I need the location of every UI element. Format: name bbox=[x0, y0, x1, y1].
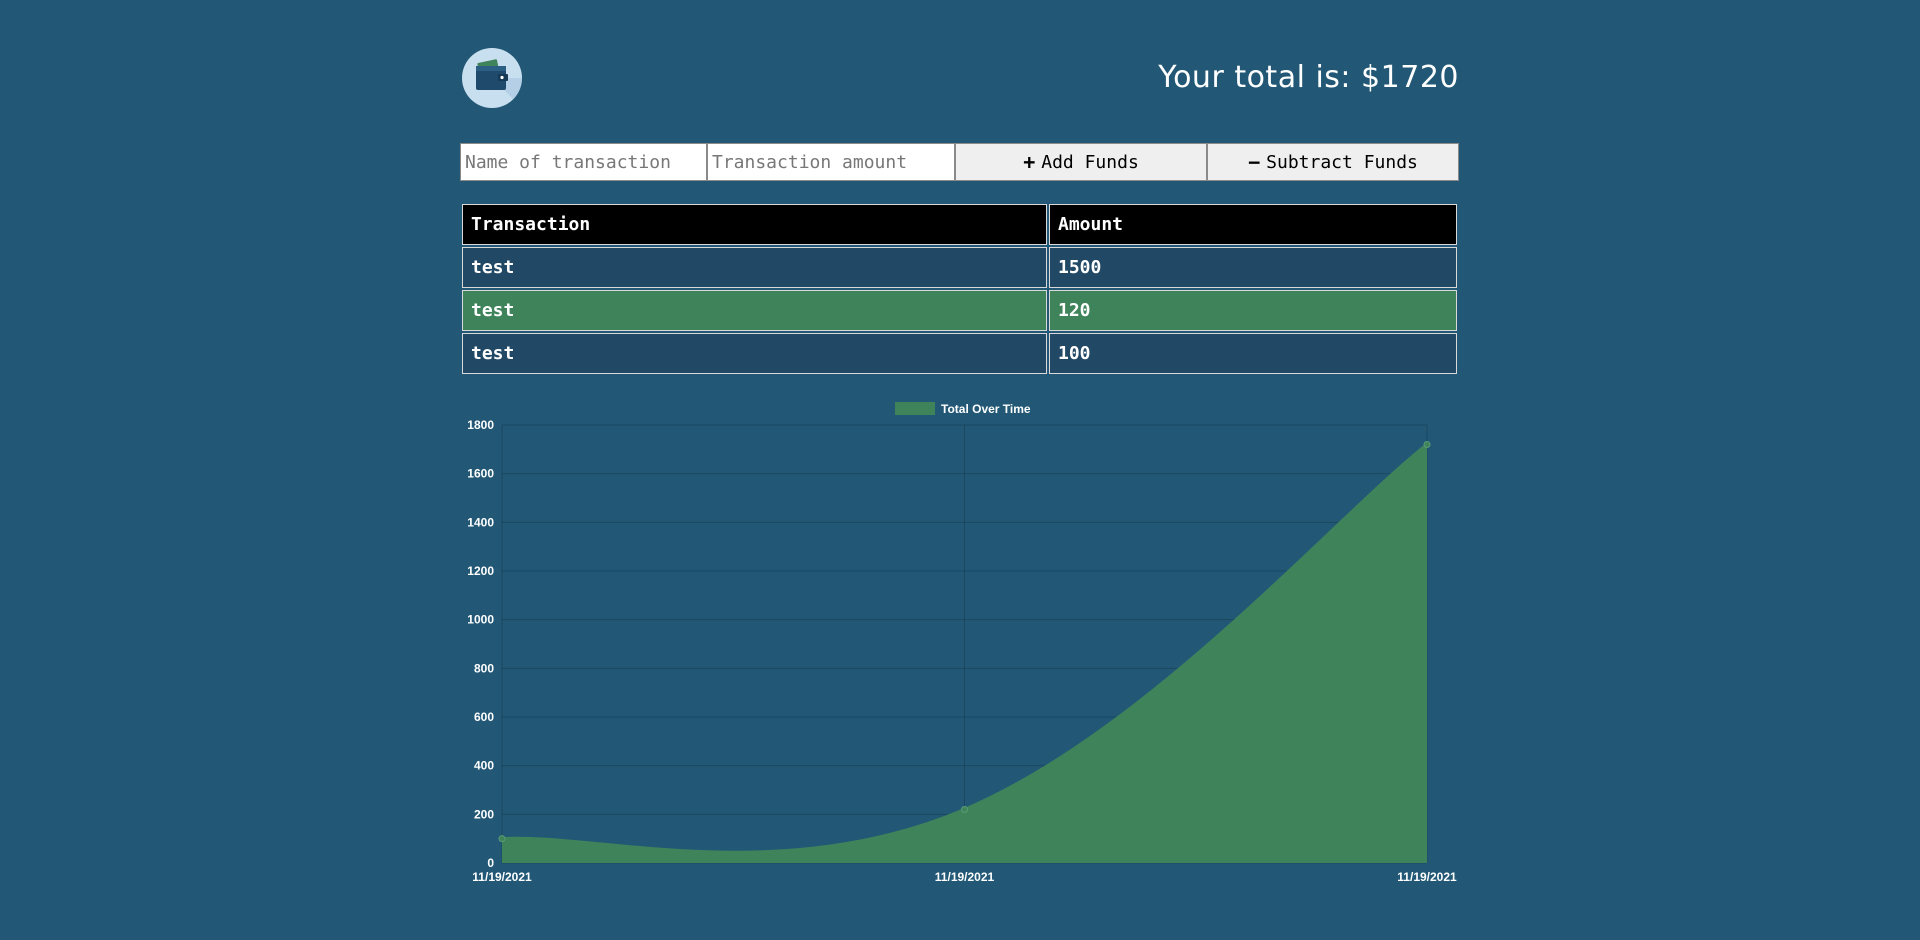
app-container: Your total is: $1720 + Add Funds − Subtr… bbox=[460, 0, 1459, 884]
transaction-amount-cell: 120 bbox=[1049, 290, 1457, 331]
transaction-amount-cell: 100 bbox=[1049, 333, 1457, 374]
subtract-funds-label: Subtract Funds bbox=[1266, 151, 1418, 173]
x-tick-label: 11/19/2021 bbox=[935, 870, 995, 884]
column-header-amount: Amount bbox=[1049, 204, 1457, 245]
transaction-name-cell: test bbox=[462, 333, 1047, 374]
minus-icon: − bbox=[1248, 150, 1261, 174]
transaction-form: + Add Funds − Subtract Funds bbox=[460, 143, 1459, 181]
subtract-funds-button[interactable]: − Subtract Funds bbox=[1207, 143, 1459, 181]
transaction-name-cell: test bbox=[462, 247, 1047, 288]
y-tick-label: 1400 bbox=[467, 515, 494, 529]
add-funds-label: Add Funds bbox=[1041, 151, 1139, 173]
y-tick-label: 1000 bbox=[467, 613, 494, 627]
plus-icon: + bbox=[1023, 150, 1036, 174]
data-point bbox=[498, 835, 506, 843]
transaction-amount-input[interactable] bbox=[707, 143, 955, 181]
transaction-amount-cell: 1500 bbox=[1049, 247, 1457, 288]
add-funds-button[interactable]: + Add Funds bbox=[955, 143, 1207, 181]
header: Your total is: $1720 bbox=[460, 0, 1459, 140]
data-point bbox=[961, 805, 968, 813]
table-header-row: Transaction Amount bbox=[462, 204, 1457, 245]
table-row: test 100 bbox=[462, 333, 1457, 374]
total-over-time-chart: 0 200 400 600 800 1000 1200 1400 1600 1800 11/19/2… bbox=[467, 402, 1457, 884]
x-tick-label: 11/19/2021 bbox=[1397, 870, 1457, 884]
transactions-table: Transaction Amount test 1500 test 120 te… bbox=[460, 202, 1459, 376]
legend-swatch bbox=[895, 402, 935, 415]
transaction-name-cell: test bbox=[462, 290, 1047, 331]
wallet-icon bbox=[462, 48, 522, 108]
y-tick-label: 1600 bbox=[467, 467, 494, 481]
y-tick-label: 800 bbox=[474, 661, 494, 675]
y-tick-label: 400 bbox=[474, 759, 494, 773]
y-tick-label: 600 bbox=[474, 710, 494, 724]
y-tick-label: 1800 bbox=[467, 418, 494, 432]
table-row: test 120 bbox=[462, 290, 1457, 331]
legend-label: Total Over Time bbox=[941, 402, 1031, 416]
transaction-name-input[interactable] bbox=[460, 143, 707, 181]
y-tick-label: 0 bbox=[487, 856, 494, 870]
data-point bbox=[1423, 440, 1431, 448]
total-balance: Your total is: $1720 bbox=[1158, 60, 1459, 95]
table-row: test 1500 bbox=[462, 247, 1457, 288]
y-tick-label: 200 bbox=[474, 807, 494, 821]
x-tick-label: 11/19/2021 bbox=[472, 870, 532, 884]
y-tick-label: 1200 bbox=[467, 564, 494, 578]
column-header-transaction: Transaction bbox=[462, 204, 1047, 245]
